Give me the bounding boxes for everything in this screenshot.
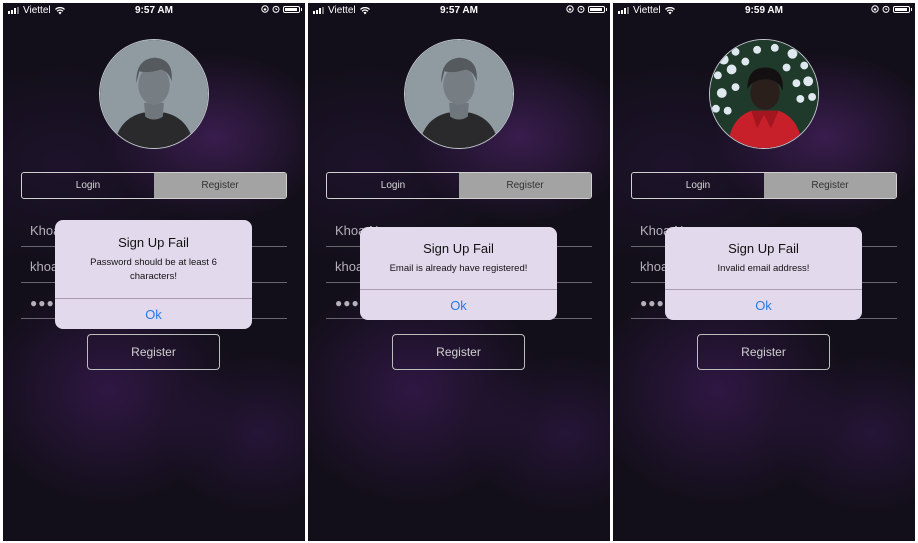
email-field-value: khoa <box>335 259 364 274</box>
register-button[interactable]: Register <box>392 334 525 370</box>
alert-ok-button[interactable]: Ok <box>360 290 557 320</box>
tab-register[interactable]: Register <box>154 173 286 198</box>
phone-screen-3: Viettel 9:59 AM Login Register Khoa khoa… <box>613 3 915 541</box>
alert-title: Sign Up Fail <box>118 235 189 250</box>
profile-avatar[interactable] <box>404 39 514 149</box>
status-icons <box>566 5 607 13</box>
profile-avatar[interactable] <box>709 39 819 149</box>
status-time: 9:57 AM <box>440 5 478 16</box>
alert-title: Sign Up Fail <box>423 241 494 256</box>
battery-icon <box>283 5 302 13</box>
alarm-icon <box>272 5 280 13</box>
auth-mode-segmented-control: Login Register <box>21 172 287 199</box>
tab-register[interactable]: Register <box>764 173 896 198</box>
email-field-value: khoa <box>640 259 669 274</box>
email-field-value: khoa <box>30 259 59 274</box>
rotation-lock-icon <box>261 5 269 13</box>
tab-login[interactable]: Login <box>632 173 764 198</box>
battery-icon <box>893 5 912 13</box>
tab-login[interactable]: Login <box>22 173 154 198</box>
photo-avatar-icon <box>710 40 818 148</box>
register-button[interactable]: Register <box>87 334 220 370</box>
sign-up-fail-alert: Sign Up Fail Password should be at least… <box>55 220 252 329</box>
register-button[interactable]: Register <box>697 334 830 370</box>
rotation-lock-icon <box>566 5 574 13</box>
phone-screen-1: Viettel 9:57 AM Login Register Khoa khoa… <box>3 3 305 541</box>
phone-screen-2: Viettel 9:57 AM Login Register Khoa Nguy… <box>308 3 610 541</box>
alert-title: Sign Up Fail <box>728 241 799 256</box>
auth-mode-segmented-control: Login Register <box>326 172 592 199</box>
sign-up-fail-alert: Sign Up Fail Invalid email address! Ok <box>665 227 862 320</box>
status-icons <box>871 5 912 13</box>
tab-register[interactable]: Register <box>459 173 591 198</box>
auth-mode-segmented-control: Login Register <box>631 172 897 199</box>
sign-up-fail-alert: Sign Up Fail Email is already have regis… <box>360 227 557 320</box>
alarm-icon <box>577 5 585 13</box>
tab-login[interactable]: Login <box>327 173 459 198</box>
default-avatar-icon <box>405 40 513 148</box>
alert-message: Invalid email address! <box>717 263 810 274</box>
profile-avatar[interactable] <box>99 39 209 149</box>
status-icons <box>261 5 302 13</box>
status-bar: Viettel 9:59 AM <box>613 3 915 19</box>
alert-ok-button[interactable]: Ok <box>55 299 252 329</box>
status-time: 9:57 AM <box>135 5 173 16</box>
alert-ok-button[interactable]: Ok <box>665 290 862 320</box>
status-bar: Viettel 9:57 AM <box>308 3 610 19</box>
status-time: 9:59 AM <box>745 5 783 16</box>
default-avatar-icon <box>100 40 208 148</box>
alert-message: Password should be at least 6 characters… <box>90 257 217 282</box>
status-bar: Viettel 9:57 AM <box>3 3 305 19</box>
alert-message: Email is already have registered! <box>389 263 528 274</box>
battery-icon <box>588 5 607 13</box>
rotation-lock-icon <box>871 5 879 13</box>
alarm-icon <box>882 5 890 13</box>
